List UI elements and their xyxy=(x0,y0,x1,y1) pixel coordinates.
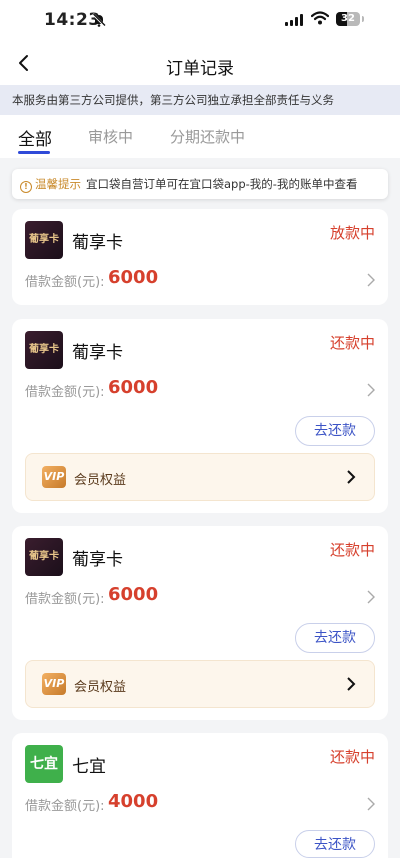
signal-icon xyxy=(285,14,305,26)
chevron-right-icon[interactable] xyxy=(366,382,376,398)
amount-label: 借款金额(元): xyxy=(25,385,105,400)
chevron-right-icon[interactable] xyxy=(366,589,376,605)
product-logo: 葡享卡 xyxy=(25,221,63,259)
tab-all[interactable]: 全部 xyxy=(18,125,52,150)
product-logo: 葡享卡 xyxy=(25,538,63,576)
wifi-icon xyxy=(311,11,329,25)
info-icon: ! xyxy=(20,181,32,193)
battery-icon: 32 xyxy=(336,12,364,26)
repay-button[interactable]: 去还款 xyxy=(295,623,375,653)
product-name: 葡享卡 xyxy=(72,550,123,570)
chevron-right-icon[interactable] xyxy=(366,796,376,812)
order-card[interactable]: 葡享卡 葡享卡 还款中 借款金额(元): 6000 去还款 VIP 会员权益 xyxy=(12,319,388,513)
amount-value: 6000 xyxy=(108,267,159,288)
repay-button[interactable]: 去还款 xyxy=(295,416,375,446)
chevron-right-icon xyxy=(347,470,356,484)
bell-off-icon xyxy=(92,13,106,27)
repay-button[interactable]: 去还款 xyxy=(295,830,375,858)
product-logo: 葡享卡 xyxy=(25,331,63,369)
page-title: 订单记录 xyxy=(166,59,234,79)
order-card[interactable]: 葡享卡 葡享卡 还款中 借款金额(元): 6000 去还款 VIP 会员权益 xyxy=(12,526,388,720)
order-status: 还款中 xyxy=(329,541,375,559)
product-name: 七宜 xyxy=(72,757,106,777)
benefit-label: 会员权益 xyxy=(74,473,127,488)
tip-bar: ! 温馨提示 宜口袋自营订单可在宜口袋app-我的-我的账单中查看 xyxy=(12,169,388,199)
tab-indicator xyxy=(18,151,50,154)
order-status: 放款中 xyxy=(329,224,375,242)
battery-level: 32 xyxy=(341,13,355,24)
chevron-right-icon[interactable] xyxy=(366,272,376,288)
service-notice: 本服务由第三方公司提供，第三方公司独立承担全部责任与义务 xyxy=(0,85,400,115)
tab-installment[interactable]: 分期还款中 xyxy=(170,126,245,147)
amount-value: 6000 xyxy=(108,584,159,605)
tab-bar: 全部 审核中 分期还款中 xyxy=(0,122,400,158)
order-card[interactable]: 葡享卡 葡享卡 放款中 借款金额(元): 6000 xyxy=(12,209,388,305)
top-bar: 14:23 32 订单记录 本服务由第三方公司提供，第三方公司独立承担全部责任与… xyxy=(0,0,400,122)
amount-label: 借款金额(元): xyxy=(25,592,105,607)
order-status: 还款中 xyxy=(329,334,375,352)
order-status: 还款中 xyxy=(329,748,375,766)
amount-value: 4000 xyxy=(108,791,159,812)
vip-icon: VIP xyxy=(42,673,66,695)
order-card[interactable]: 七宜 七宜 还款中 借款金额(元): 4000 去还款 xyxy=(12,733,388,858)
product-logo: 七宜 xyxy=(25,745,63,783)
tip-text: 宜口袋自营订单可在宜口袋app-我的-我的账单中查看 xyxy=(86,177,358,191)
product-name: 葡享卡 xyxy=(72,233,123,253)
amount-value: 6000 xyxy=(108,377,159,398)
amount-label: 借款金额(元): xyxy=(25,275,105,290)
vip-icon: VIP xyxy=(42,466,66,488)
product-name: 葡享卡 xyxy=(72,343,123,363)
benefit-label: 会员权益 xyxy=(74,680,127,695)
chevron-right-icon xyxy=(347,677,356,691)
member-benefit-row[interactable]: VIP 会员权益 xyxy=(25,453,375,501)
member-benefit-row[interactable]: VIP 会员权益 xyxy=(25,660,375,708)
amount-label: 借款金额(元): xyxy=(25,799,105,814)
tip-title: 温馨提示 xyxy=(35,177,81,191)
tab-reviewing[interactable]: 审核中 xyxy=(88,126,133,147)
